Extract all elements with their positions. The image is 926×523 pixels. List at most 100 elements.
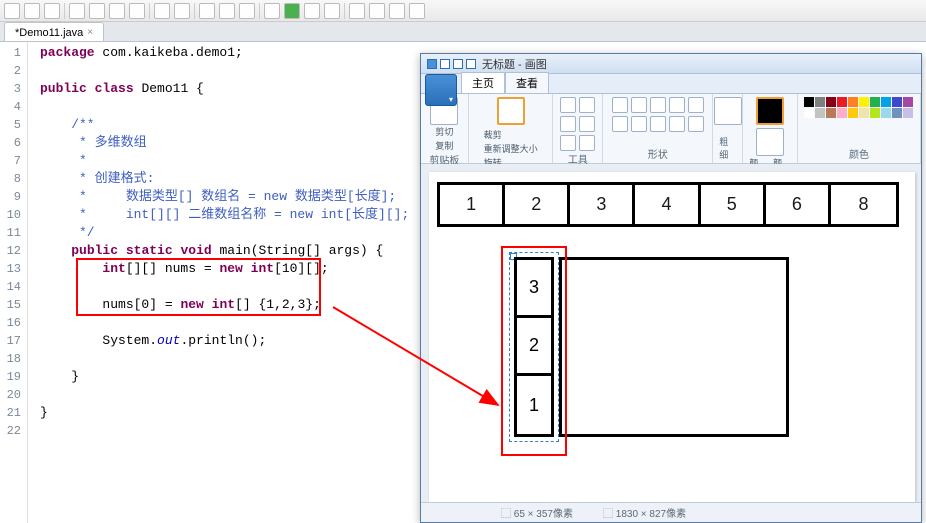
color-swatch[interactable] xyxy=(815,108,825,118)
color-swatch[interactable] xyxy=(892,97,902,107)
toolbar-icon[interactable] xyxy=(219,3,235,19)
select-tool-icon[interactable] xyxy=(497,97,525,125)
shape-icon[interactable] xyxy=(669,97,685,113)
run-icon[interactable] xyxy=(284,3,300,19)
color-swatch[interactable] xyxy=(826,108,836,118)
color-swatch[interactable] xyxy=(848,97,858,107)
separator xyxy=(149,3,150,19)
color-swatch[interactable] xyxy=(870,97,880,107)
array-cell: 1 xyxy=(440,185,505,224)
redo-icon[interactable] xyxy=(466,59,476,69)
array-cell: 5 xyxy=(701,185,766,224)
toolbar-icon[interactable] xyxy=(324,3,340,19)
toolbar-icon[interactable] xyxy=(389,3,405,19)
cut-label[interactable]: 剪切 xyxy=(435,125,453,138)
eraser-icon[interactable] xyxy=(579,116,595,132)
toolbar-icon[interactable] xyxy=(239,3,255,19)
color-swatch[interactable] xyxy=(903,97,913,107)
color2-swatch[interactable] xyxy=(756,128,784,156)
line-gutter: 12345678910111213141516171819202122 xyxy=(0,42,28,523)
paint-ribbon: 剪切 复制 剪贴板 裁剪 重新调整大小 旋转 图像 xyxy=(421,94,921,164)
pencil-icon[interactable] xyxy=(560,97,576,113)
toolbar-icon[interactable] xyxy=(24,3,40,19)
status-canvas-size: ⬚ 1830 × 827像素 xyxy=(603,505,686,520)
shape-icon[interactable] xyxy=(650,97,666,113)
separator xyxy=(344,3,345,19)
color-swatch[interactable] xyxy=(815,97,825,107)
toolbar-icon[interactable] xyxy=(69,3,85,19)
undo-icon[interactable] xyxy=(453,59,463,69)
color-swatch[interactable] xyxy=(837,108,847,118)
thickness-icon[interactable] xyxy=(714,97,742,125)
color1-swatch[interactable] xyxy=(756,97,784,125)
color-swatch[interactable] xyxy=(804,108,814,118)
copy-label[interactable]: 复制 xyxy=(435,139,453,152)
color-swatch[interactable] xyxy=(859,108,869,118)
color-swatch[interactable] xyxy=(870,108,880,118)
tab-label: *Demo11.java xyxy=(15,27,83,39)
tab-demo11[interactable]: *Demo11.java × xyxy=(4,22,104,41)
color-swatch[interactable] xyxy=(859,97,869,107)
separator xyxy=(194,3,195,19)
shape-icon[interactable] xyxy=(631,97,647,113)
ribbon-group-thickness: 粗细 xyxy=(713,94,743,163)
toolbar-icon[interactable] xyxy=(349,3,365,19)
toolbar-icon[interactable] xyxy=(109,3,125,19)
toolbar-icon[interactable] xyxy=(44,3,60,19)
paint-window[interactable]: 无标题 - 画图 主页 查看 剪切 复制 剪贴板 裁剪 重新调整大小 旋转 图像 xyxy=(420,53,922,523)
ribbon-group-shapes: 形状 xyxy=(603,94,713,163)
toolbar-icon[interactable] xyxy=(174,3,190,19)
red-highlight-box xyxy=(501,246,567,456)
tab-view[interactable]: 查看 xyxy=(505,72,549,93)
color-swatch[interactable] xyxy=(892,108,902,118)
shape-icon[interactable] xyxy=(650,116,666,132)
array-cell: 6 xyxy=(766,185,831,224)
color-palette xyxy=(804,97,914,118)
toolbar-icon[interactable] xyxy=(129,3,145,19)
save-icon[interactable] xyxy=(440,59,450,69)
array-cell: 2 xyxy=(505,185,570,224)
shape-icon[interactable] xyxy=(612,97,628,113)
color-swatch[interactable] xyxy=(848,108,858,118)
big-empty-box xyxy=(559,257,789,437)
toolbar-icon[interactable] xyxy=(304,3,320,19)
toolbar-icon[interactable] xyxy=(264,3,280,19)
crop-label[interactable]: 裁剪 xyxy=(484,128,502,141)
picker-icon[interactable] xyxy=(560,135,576,151)
color-swatch[interactable] xyxy=(804,97,814,107)
color-swatch[interactable] xyxy=(881,97,891,107)
tab-home[interactable]: 主页 xyxy=(461,72,505,93)
shape-icon[interactable] xyxy=(631,116,647,132)
fill-icon[interactable] xyxy=(579,97,595,113)
toolbar-icon[interactable] xyxy=(154,3,170,19)
color-swatch[interactable] xyxy=(837,97,847,107)
ribbon-group-color-sel: 颜色 1 颜色 2 xyxy=(743,94,798,163)
color-swatch[interactable] xyxy=(826,97,836,107)
ribbon-group-image: 裁剪 重新调整大小 旋转 图像 xyxy=(469,94,554,163)
zoom-icon[interactable] xyxy=(579,135,595,151)
array-cell: 3 xyxy=(570,185,635,224)
color-swatch[interactable] xyxy=(903,108,913,118)
paint-title: 无标题 - 画图 xyxy=(482,56,547,72)
toolbar-icon[interactable] xyxy=(4,3,20,19)
ide-toolbar xyxy=(0,0,926,22)
toolbar-icon[interactable] xyxy=(89,3,105,19)
toolbar-icon[interactable] xyxy=(369,3,385,19)
paint-canvas-area[interactable]: 1234568 321 xyxy=(421,164,921,502)
paint-titlebar[interactable]: 无标题 - 画图 xyxy=(421,54,921,74)
shape-icon[interactable] xyxy=(688,97,704,113)
text-icon[interactable] xyxy=(560,116,576,132)
separator xyxy=(259,3,260,19)
shape-icon[interactable] xyxy=(669,116,685,132)
resize-label[interactable]: 重新调整大小 xyxy=(484,142,538,155)
paint-canvas[interactable]: 1234568 321 xyxy=(429,172,915,502)
shape-icon[interactable] xyxy=(612,116,628,132)
close-icon[interactable]: × xyxy=(87,27,93,38)
separator xyxy=(64,3,65,19)
paint-menu-button[interactable] xyxy=(425,74,457,106)
toolbar-icon[interactable] xyxy=(409,3,425,19)
toolbar-icon[interactable] xyxy=(199,3,215,19)
color-swatch[interactable] xyxy=(881,108,891,118)
status-selection-size: ⬚ 65 × 357像素 xyxy=(501,505,573,520)
shape-icon[interactable] xyxy=(688,116,704,132)
